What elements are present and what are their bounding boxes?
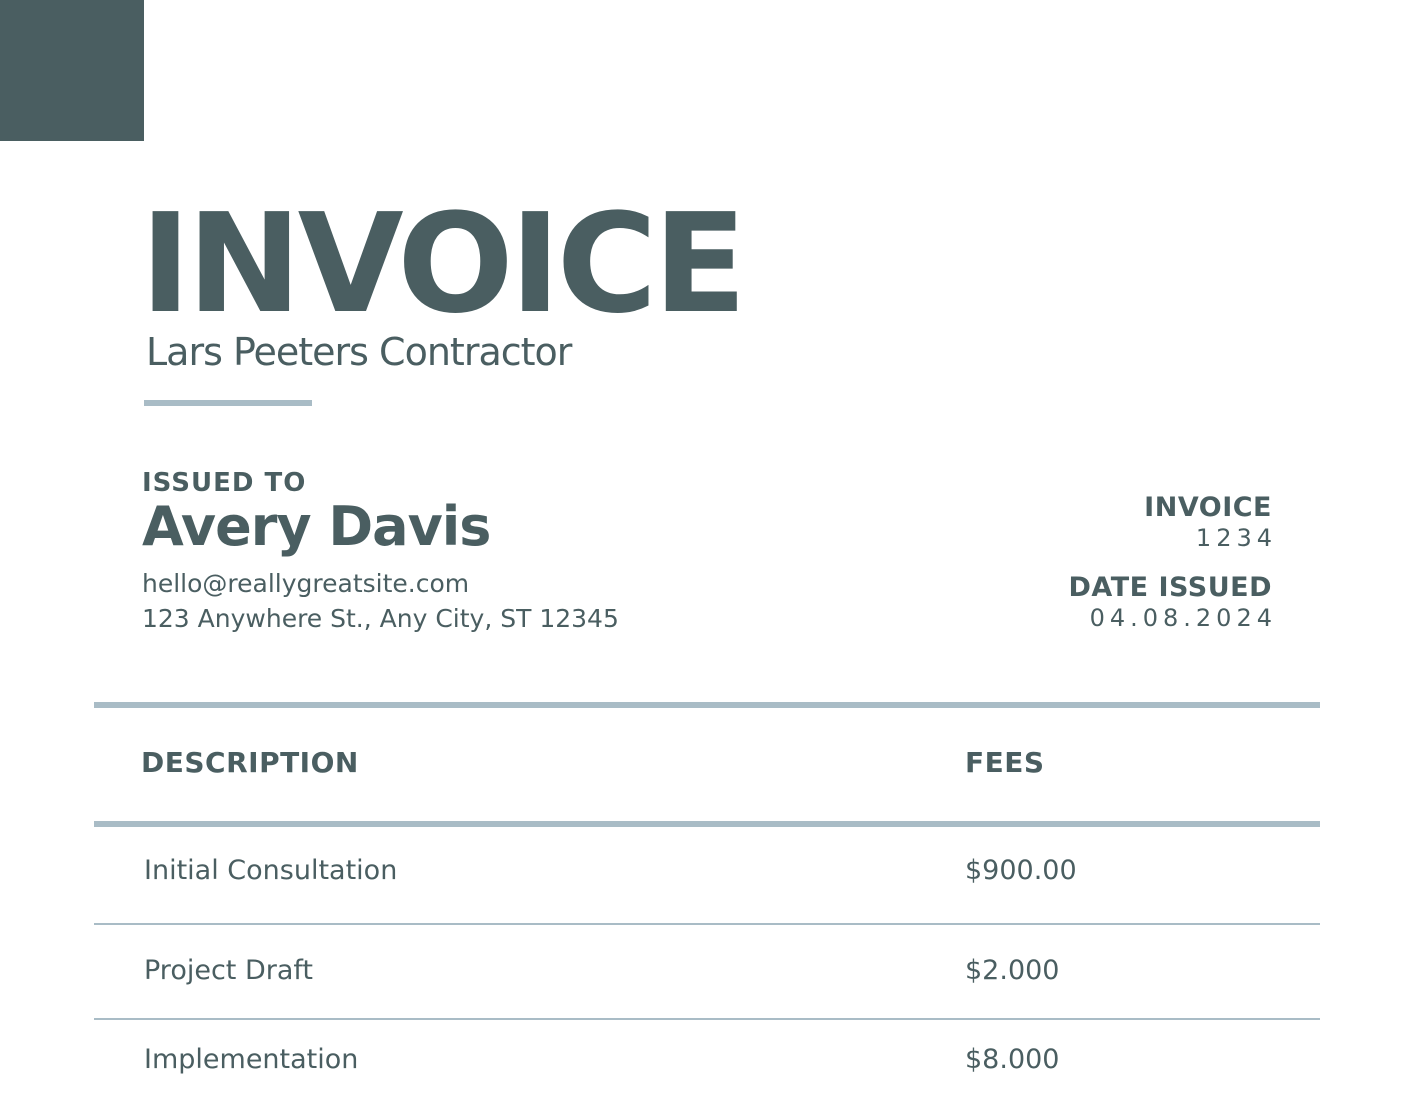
date-issued-label: DATE ISSUED [1068,572,1272,603]
client-address: 123 Anywhere St., Any City, ST 12345 [142,604,619,633]
date-issued-value: 04.08.2024 [1089,604,1277,632]
invoice-title: INVOICE [140,185,747,344]
row-divider [94,923,1320,925]
company-name: Lars Peeters Contractor [146,330,572,374]
row-fee: $8.000 [965,1044,1060,1075]
column-header-description: DESCRIPTION [141,746,359,779]
invoice-number-value: 1234 [1195,524,1277,552]
client-name: Avery Davis [142,495,491,558]
client-email: hello@reallygreatsite.com [142,569,470,598]
row-description: Implementation [144,1044,359,1075]
invoice-number-label: INVOICE [1144,492,1272,523]
row-divider [94,1018,1320,1020]
title-underline-divider [144,400,312,406]
row-fee: $2.000 [965,955,1060,986]
row-description: Initial Consultation [144,855,398,886]
row-description: Project Draft [144,955,314,986]
table-header-divider [94,821,1320,827]
column-header-fees: FEES [965,746,1045,779]
row-fee: $900.00 [965,855,1077,886]
corner-decoration-block [0,0,144,141]
table-top-divider [94,702,1320,708]
